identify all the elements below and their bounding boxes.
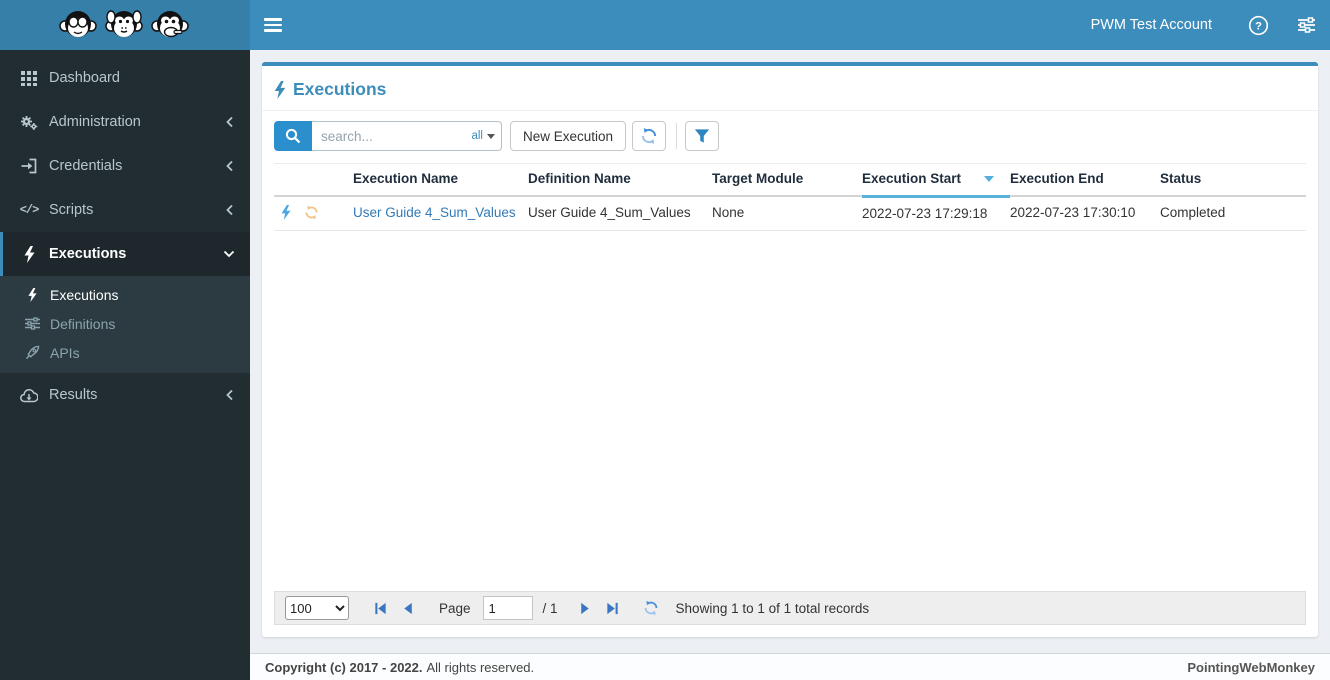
toolbar-divider: [676, 123, 678, 149]
chevron-down-icon: [223, 249, 235, 259]
column-header-target-module[interactable]: Target Module: [712, 163, 862, 197]
total-pages-label: / 1: [542, 600, 558, 616]
sidebar-item-administration[interactable]: Administration: [0, 100, 250, 144]
column-header-definition-name[interactable]: Definition Name: [528, 163, 712, 197]
toolbar: all New Execution: [262, 111, 1318, 163]
account-menu[interactable]: PWM Test Account: [1073, 0, 1230, 50]
bolt-icon: [274, 80, 286, 99]
sign-in-icon: [18, 158, 40, 174]
sidebar-item-label: Results: [49, 387, 98, 403]
sliders-icon: [22, 317, 42, 330]
page-footer: Copyright (c) 2017 - 2022. All rights res…: [250, 653, 1330, 680]
chevron-left-icon: [225, 160, 235, 172]
sidebar-item-executions[interactable]: Executions: [0, 232, 250, 276]
sidebar-item-label: Administration: [49, 114, 141, 130]
status-cell: Completed: [1160, 196, 1306, 231]
column-header-execution-name[interactable]: Execution Name: [353, 163, 528, 197]
refresh-button[interactable]: [632, 121, 667, 151]
page-label: Page: [439, 600, 471, 616]
executions-card: Executions all: [262, 62, 1318, 637]
bolt-icon: [22, 287, 42, 302]
help-icon[interactable]: ?: [1238, 0, 1278, 50]
copyright-text: Copyright (c) 2017 - 2022.: [265, 659, 423, 675]
pagination-refresh-button[interactable]: [640, 597, 662, 619]
filter-funnel-icon: [694, 129, 710, 143]
svg-text:?: ?: [1255, 20, 1262, 32]
chevron-left-icon: [225, 116, 235, 128]
submenu-item-apis[interactable]: APIs: [0, 338, 250, 367]
submenu-item-definitions[interactable]: Definitions: [0, 309, 250, 338]
executions-table-wrap: Execution Name Definition Name Target Mo…: [262, 163, 1318, 231]
next-page-button[interactable]: [574, 597, 596, 619]
column-header-execution-start[interactable]: Execution Start: [862, 163, 1010, 198]
column-header-actions: [274, 163, 353, 197]
page-size-select[interactable]: 100: [285, 596, 349, 620]
table-header-row: Execution Name Definition Name Target Mo…: [274, 163, 1306, 198]
navbar: PWM Test Account ?: [250, 0, 1330, 50]
submenu-item-executions[interactable]: Executions: [0, 280, 250, 309]
search-button[interactable]: [274, 121, 312, 151]
rights-text: All rights reserved.: [426, 659, 535, 675]
rocket-icon: [22, 345, 42, 360]
submenu-item-label: Definitions: [50, 315, 116, 332]
filter-button[interactable]: [685, 121, 720, 151]
chevron-left-icon: [225, 204, 235, 216]
code-icon: </>: [19, 203, 40, 217]
execution-name-link[interactable]: User Guide 4_Sum_Values: [353, 205, 516, 220]
search-group: all: [274, 121, 502, 151]
records-summary: Showing 1 to 1 of 1 total records: [675, 600, 870, 616]
sidebar-item-results[interactable]: Results: [0, 373, 250, 417]
last-page-button[interactable]: [602, 597, 624, 619]
pagination-bar: 100 Page / 1: [274, 591, 1306, 625]
submenu-item-label: APIs: [50, 344, 80, 361]
sidebar-item-label: Credentials: [49, 158, 123, 174]
executions-submenu: Executions Definitions APIs: [0, 276, 250, 373]
card-header: Executions: [262, 66, 1318, 111]
footer-brand: PointingWebMonkey: [1187, 659, 1315, 675]
table-row: User Guide 4_Sum_Values User Guide 4_Sum…: [274, 196, 1306, 231]
execution-end-cell: 2022-07-23 17:30:10: [1010, 196, 1160, 231]
sidebar: Dashboard Administration Credentials </>…: [0, 50, 250, 680]
chevron-left-icon: [225, 389, 235, 401]
top-header: PWM Test Account ?: [0, 0, 1330, 50]
search-scope-dropdown[interactable]: all: [471, 121, 495, 151]
new-execution-button[interactable]: New Execution: [510, 121, 627, 151]
sort-desc-icon: [984, 176, 994, 183]
cloud-download-icon: [18, 388, 40, 403]
sidebar-item-label: Executions: [49, 246, 127, 262]
application-window: PWM Test Account ? Dashboard Administrat…: [0, 0, 1330, 680]
search-scope-value: all: [471, 130, 483, 142]
definition-name-cell: User Guide 4_Sum_Values: [528, 196, 712, 231]
refresh-icon: [641, 128, 657, 144]
sidebar-item-label: Dashboard: [49, 70, 120, 86]
sidebar-item-credentials[interactable]: Credentials: [0, 144, 250, 188]
sidebar-item-label: Scripts: [49, 202, 94, 218]
search-icon: [285, 128, 301, 144]
caret-down-icon: [487, 133, 495, 139]
target-module-cell: None: [712, 196, 862, 231]
three-monkeys-icon: [59, 10, 189, 38]
bolt-icon: [18, 245, 40, 263]
settings-sliders-icon[interactable]: [1286, 0, 1326, 50]
first-page-button[interactable]: [369, 597, 391, 619]
sidebar-toggle-button[interactable]: [250, 0, 295, 50]
gears-icon: [18, 114, 40, 131]
column-header-execution-end[interactable]: Execution End: [1010, 163, 1160, 197]
previous-page-button[interactable]: [397, 597, 419, 619]
page-number-input[interactable]: [482, 596, 533, 620]
submenu-item-label: Executions: [50, 286, 119, 303]
column-header-status[interactable]: Status: [1160, 163, 1306, 197]
content-area: Executions all: [250, 50, 1330, 653]
execution-start-cell: 2022-07-23 17:29:18: [862, 196, 1010, 231]
brand-logo[interactable]: [0, 0, 250, 50]
run-bolt-icon[interactable]: [281, 205, 291, 221]
rerun-refresh-icon[interactable]: [304, 205, 319, 220]
sidebar-item-dashboard[interactable]: Dashboard: [0, 56, 250, 100]
grid-icon: [18, 70, 40, 86]
executions-table: Execution Name Definition Name Target Mo…: [274, 163, 1306, 231]
sidebar-item-scripts[interactable]: </> Scripts: [0, 188, 250, 232]
page-title: Executions: [293, 79, 387, 99]
